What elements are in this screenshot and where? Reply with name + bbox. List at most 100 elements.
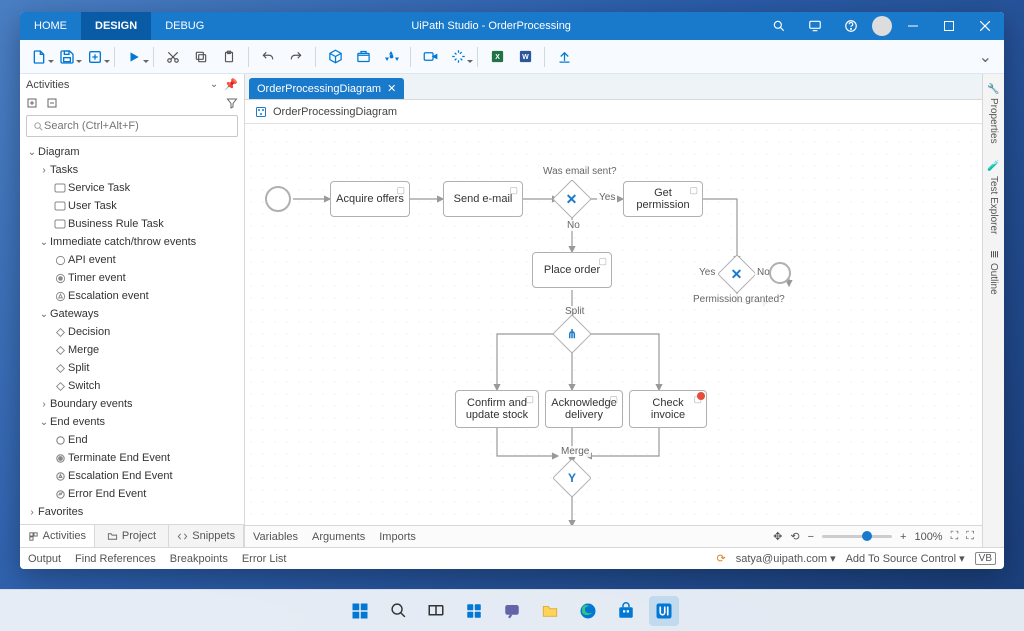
- close-icon[interactable]: [970, 12, 1000, 40]
- panel-tab-project[interactable]: Project: [95, 525, 170, 547]
- tree-end-events[interactable]: ⌄End events: [24, 413, 240, 431]
- taskview-icon[interactable]: [421, 596, 451, 626]
- node-get-permission[interactable]: ▢Get permission: [623, 181, 703, 217]
- node-confirm-stock[interactable]: ▢Confirm and update stock: [455, 390, 539, 428]
- footer-arguments[interactable]: Arguments: [312, 531, 365, 543]
- widgets-icon[interactable]: [459, 596, 489, 626]
- zoom-slider[interactable]: [822, 535, 892, 538]
- tree-service-task[interactable]: Service Task: [24, 179, 240, 197]
- help-icon[interactable]: [836, 12, 866, 40]
- tree-error-end[interactable]: Error End Event: [24, 485, 240, 503]
- node-send-email[interactable]: ▢Send e-mail: [443, 181, 523, 217]
- tree-merge[interactable]: Merge: [24, 341, 240, 359]
- menu-debug[interactable]: DEBUG: [151, 12, 218, 40]
- tree-events[interactable]: ⌄Immediate catch/throw events: [24, 233, 240, 251]
- filter-icon[interactable]: [226, 97, 238, 109]
- maximize-icon[interactable]: [934, 12, 964, 40]
- diagram-canvas[interactable]: ▢Acquire offers ▢Send e-mail Was email s…: [245, 124, 982, 525]
- footer-breakpoints[interactable]: Breakpoints: [170, 553, 228, 565]
- panel-tab-snippets[interactable]: Snippets: [169, 525, 244, 547]
- undo-icon[interactable]: [255, 44, 281, 70]
- footer-user[interactable]: satya@uipath.com ▾: [736, 552, 836, 565]
- breadcrumb-label[interactable]: OrderProcessingDiagram: [273, 106, 397, 118]
- run-icon[interactable]: [121, 44, 147, 70]
- tree-favorites[interactable]: ›Favorites: [24, 503, 240, 521]
- search-input[interactable]: [44, 120, 231, 132]
- excel-icon[interactable]: X: [484, 44, 510, 70]
- pin-icon[interactable]: 📌: [224, 78, 238, 91]
- tree-timer-event[interactable]: Timer event: [24, 269, 240, 287]
- edge-icon[interactable]: [573, 596, 603, 626]
- footer-output[interactable]: Output: [28, 553, 61, 565]
- expand-all-icon[interactable]: [26, 97, 38, 109]
- tree-escalation-event[interactable]: Escalation event: [24, 287, 240, 305]
- manage-packages-icon[interactable]: [350, 44, 376, 70]
- menu-design[interactable]: DESIGN: [81, 12, 151, 40]
- pan-icon[interactable]: ✥: [773, 530, 782, 543]
- footer-source-control[interactable]: Add To Source Control ▾: [846, 552, 965, 565]
- document-tab[interactable]: OrderProcessingDiagram ✕: [249, 78, 404, 99]
- copy-icon[interactable]: [188, 44, 214, 70]
- fullscreen-icon[interactable]: ⛶: [966, 530, 974, 543]
- new-file-icon[interactable]: [26, 44, 52, 70]
- footer-variables[interactable]: Variables: [253, 531, 298, 543]
- uipath-icon[interactable]: [649, 596, 679, 626]
- tree-boundary[interactable]: ›Boundary events: [24, 395, 240, 413]
- tree-escalation-end[interactable]: Escalation End Event: [24, 467, 240, 485]
- feedback-icon[interactable]: [800, 12, 830, 40]
- explorer-icon[interactable]: [535, 596, 565, 626]
- tree-decision[interactable]: Decision: [24, 323, 240, 341]
- minimize-icon[interactable]: [898, 12, 928, 40]
- footer-find-references[interactable]: Find References: [75, 553, 156, 565]
- entities-icon[interactable]: [378, 44, 404, 70]
- sync-icon[interactable]: ⟳: [717, 552, 726, 565]
- zoom-out-icon[interactable]: −: [808, 531, 814, 543]
- start-icon[interactable]: [345, 596, 375, 626]
- panel-tab-activities[interactable]: Activities: [20, 525, 95, 547]
- chat-icon[interactable]: [497, 596, 527, 626]
- tree-biz-rule-task[interactable]: Business Rule Task: [24, 215, 240, 233]
- end-node-no-permission[interactable]: [769, 262, 791, 284]
- collapse-all-icon[interactable]: [46, 97, 58, 109]
- tree-terminate-end[interactable]: Terminate End Event: [24, 449, 240, 467]
- node-acquire-offers[interactable]: ▢Acquire offers: [330, 181, 410, 217]
- fit-screen-icon[interactable]: ⛶: [951, 530, 959, 543]
- footer-error-list[interactable]: Error List: [242, 553, 287, 565]
- tree-user-task[interactable]: User Task: [24, 197, 240, 215]
- tree-split[interactable]: Split: [24, 359, 240, 377]
- gateway-permission[interactable]: ✕: [723, 260, 751, 288]
- tree-tasks[interactable]: ›Tasks: [24, 161, 240, 179]
- node-place-order[interactable]: ▢Place order: [532, 252, 612, 288]
- tree-end[interactable]: End: [24, 431, 240, 449]
- gateway-email-sent[interactable]: ✕: [558, 185, 586, 213]
- package-icon[interactable]: [322, 44, 348, 70]
- close-tab-icon[interactable]: ✕: [387, 82, 396, 95]
- tree-switch[interactable]: Switch: [24, 377, 240, 395]
- menu-home[interactable]: HOME: [20, 12, 81, 40]
- collapse-ribbon-icon[interactable]: ⌄: [973, 47, 998, 67]
- gateway-split[interactable]: ⋔: [558, 320, 586, 348]
- tab-outline[interactable]: ≣Outline: [988, 250, 999, 294]
- redo-icon[interactable]: [283, 44, 309, 70]
- recording-icon[interactable]: [417, 44, 443, 70]
- gateway-merge[interactable]: Y: [558, 464, 586, 492]
- tab-properties[interactable]: 🔧Properties: [988, 82, 999, 144]
- activities-search[interactable]: [26, 115, 238, 137]
- search-icon[interactable]: [764, 12, 794, 40]
- store-icon[interactable]: [611, 596, 641, 626]
- tree-diagram[interactable]: ⌄Diagram: [24, 143, 240, 161]
- node-ack-delivery[interactable]: ▢Acknowledge delivery: [545, 390, 623, 428]
- node-check-invoice[interactable]: ▢Check invoice: [629, 390, 707, 428]
- analyze-icon[interactable]: [445, 44, 471, 70]
- cut-icon[interactable]: [160, 44, 186, 70]
- word-icon[interactable]: W: [512, 44, 538, 70]
- footer-imports[interactable]: Imports: [379, 531, 416, 543]
- tree-api-event[interactable]: API event: [24, 251, 240, 269]
- save-icon[interactable]: [54, 44, 80, 70]
- paste-icon[interactable]: [216, 44, 242, 70]
- user-avatar[interactable]: [872, 16, 892, 36]
- zoom-reset-icon[interactable]: ⟲: [790, 530, 799, 543]
- taskbar-search-icon[interactable]: [383, 596, 413, 626]
- zoom-in-icon[interactable]: +: [900, 531, 906, 543]
- chevron-down-icon[interactable]: ⌄: [210, 79, 218, 90]
